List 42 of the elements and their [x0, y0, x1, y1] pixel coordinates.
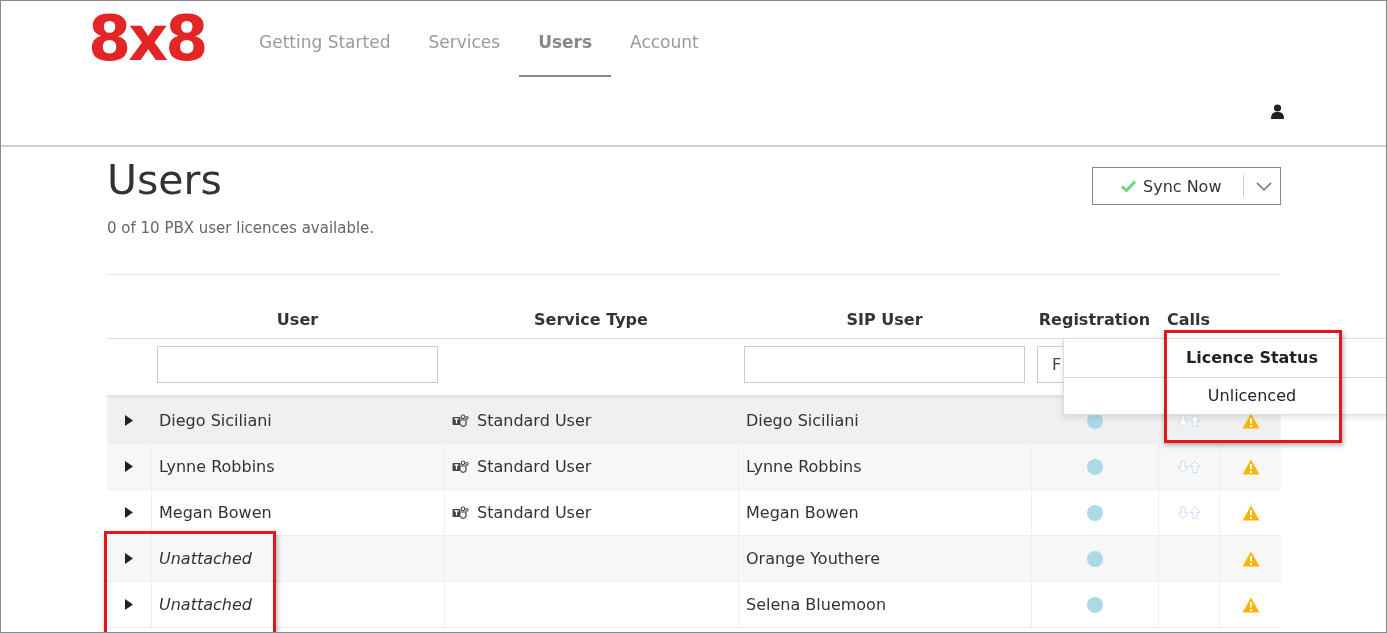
- teams-icon: [452, 413, 469, 428]
- sip-user: Selena Bluemoon: [746, 595, 887, 614]
- column-header[interactable]: Service Type: [534, 310, 648, 329]
- status-dot: [1087, 550, 1103, 567]
- filter-field[interactable]: [744, 346, 1025, 383]
- user-name: Diego Siciliani: [159, 411, 272, 430]
- status-dot: [1087, 458, 1103, 475]
- status-dot: [1087, 596, 1103, 613]
- column-header[interactable]: Calls: [1167, 310, 1210, 329]
- column-header[interactable]: Registration: [1038, 310, 1151, 329]
- expand-icon[interactable]: [124, 598, 134, 611]
- user-name: Megan Bowen: [159, 503, 272, 522]
- column-header[interactable]: SIP User: [846, 310, 923, 329]
- sip-user: Megan Bowen: [746, 503, 859, 522]
- expand-icon[interactable]: [124, 552, 134, 565]
- sync-button[interactable]: Sync Now: [1092, 167, 1281, 205]
- check-icon: [1121, 180, 1136, 192]
- expand-icon[interactable]: [124, 506, 134, 519]
- user-icon[interactable]: [1271, 104, 1284, 119]
- teams-icon: [452, 505, 469, 520]
- caret-icon[interactable]: [1256, 181, 1272, 191]
- sip-user: Orange Youthere: [746, 549, 881, 568]
- filter-field[interactable]: [157, 346, 438, 383]
- service-type: Standard User: [477, 457, 592, 476]
- service-type: Standard User: [477, 503, 592, 522]
- user-name: Unattached: [159, 549, 252, 568]
- expand-icon[interactable]: [124, 414, 134, 427]
- status-dot: [1087, 504, 1103, 521]
- teams-icon: [452, 459, 469, 474]
- status-dot: [1087, 412, 1103, 429]
- column-header[interactable]: User: [276, 310, 319, 329]
- service-type: Standard User: [477, 411, 592, 430]
- menu-header: Licence Status: [1185, 347, 1319, 370]
- logo[interactable]: 8x8: [88, 8, 238, 70]
- licence-summary: 0 of 10 PBX user licences available.: [107, 219, 375, 237]
- nav-tab[interactable]: Users: [519, 1, 612, 77]
- user-name: Unattached: [159, 595, 252, 614]
- user-name: Lynne Robbins: [159, 457, 275, 476]
- page-title: Users: [107, 156, 223, 204]
- expand-icon[interactable]: [124, 460, 134, 473]
- sip-user: Diego Siciliani: [746, 411, 859, 430]
- sip-user: Lynne Robbins: [746, 457, 862, 476]
